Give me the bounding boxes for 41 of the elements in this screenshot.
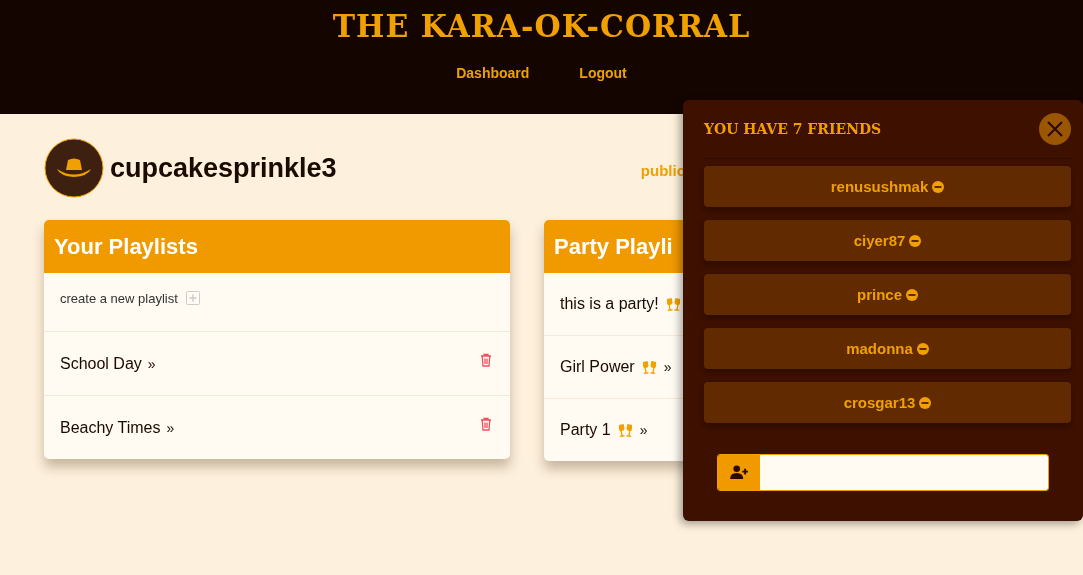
close-icon (1045, 119, 1065, 139)
friend-name: ciyer87 (853, 232, 906, 249)
site-title: THE KARA-OK-CORRAL (332, 7, 751, 44)
nav-link[interactable]: Dashboard (456, 65, 530, 81)
friend-name: prince (857, 286, 902, 303)
friend-item[interactable]: renusushmak (704, 166, 1071, 207)
arrow-glyph: » (147, 355, 156, 372)
remove-icon[interactable] (919, 396, 932, 409)
playlist-link[interactable]: Girl Power (560, 358, 635, 376)
friends-count-title: YOU HAVE 7 FRIENDS (704, 121, 882, 137)
cheers-icon (616, 422, 634, 438)
username: cupcakesprinkle3 (110, 152, 337, 184)
arrow-glyph: » (663, 359, 672, 375)
user-plus-icon (729, 465, 749, 480)
arrow-glyph: » (639, 422, 648, 438)
playlist-link[interactable]: this is a party! (560, 295, 659, 313)
create-playlist-link[interactable]: create a new playlist (60, 291, 178, 306)
friend-item[interactable]: crosgar13 (704, 382, 1071, 423)
playlist-link[interactable]: School Day (60, 354, 142, 373)
remove-icon[interactable] (909, 234, 922, 247)
remove-icon[interactable] (916, 342, 929, 355)
friend-item[interactable]: ciyer87 (704, 220, 1071, 261)
trash-icon[interactable] (480, 416, 492, 431)
add-friend-field[interactable] (717, 454, 1049, 491)
remove-icon[interactable] (906, 288, 918, 301)
cowboy-hat-avatar-icon (44, 138, 104, 198)
arrow-glyph: » (166, 419, 175, 436)
friend-item[interactable]: madonna (704, 328, 1071, 369)
friend-name: madonna (846, 340, 913, 357)
card-header: Your Playlists (44, 220, 510, 273)
friend-item[interactable]: prince (704, 274, 1071, 315)
remove-icon[interactable] (932, 180, 945, 193)
trash-icon[interactable] (480, 352, 492, 367)
cheers-icon (640, 359, 658, 375)
friend-name: renusushmak (830, 178, 929, 195)
friend-name: crosgar13 (843, 394, 916, 411)
playlist-link[interactable]: Beachy Times (60, 418, 161, 437)
cheers-icon (664, 296, 682, 312)
close-button[interactable] (1039, 113, 1071, 145)
nav-link[interactable]: Logout (579, 65, 627, 81)
playlist-link[interactable]: Party 1 (560, 421, 611, 439)
